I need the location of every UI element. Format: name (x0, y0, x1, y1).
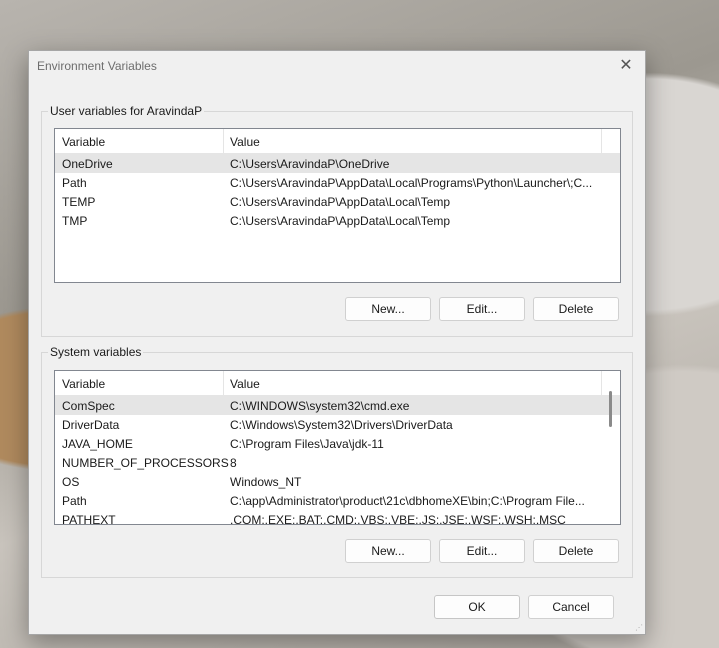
system-variables-label: System variables (48, 345, 144, 359)
resize-grip-icon[interactable]: ⋰ (635, 624, 643, 632)
variable-value: C:\app\Administrator\product\21c\dbhomeX… (230, 494, 585, 508)
variable-name: TEMP (62, 195, 96, 209)
user-row-temp[interactable]: TEMP C:\Users\AravindaP\AppData\Local\Te… (55, 192, 620, 211)
window-title: Environment Variables (37, 59, 157, 73)
variable-name: Path (62, 494, 87, 508)
user-row-tmp[interactable]: TMP C:\Users\AravindaP\AppData\Local\Tem… (55, 211, 620, 230)
system-row-path[interactable]: Path C:\app\Administrator\product\21c\db… (55, 491, 620, 510)
user-edit-button[interactable]: Edit... (439, 297, 525, 321)
system-list-header: Variable Value (55, 371, 620, 396)
title-bar[interactable]: Environment Variables ✕ (29, 51, 645, 81)
system-edit-button[interactable]: Edit... (439, 539, 525, 563)
variable-name: TMP (62, 214, 88, 228)
variable-value: C:\Users\AravindaP\OneDrive (230, 157, 390, 171)
system-variables-list[interactable]: Variable Value ComSpec C:\WINDOWS\system… (54, 370, 621, 525)
environment-variables-dialog: Environment Variables ✕ User variables f… (28, 50, 646, 635)
variable-value: C:\Users\AravindaP\AppData\Local\Temp (230, 214, 451, 228)
variable-name: OneDrive (62, 157, 113, 171)
variable-name: PATHEXT (62, 513, 116, 525)
system-row-os[interactable]: OS Windows_NT (55, 472, 620, 491)
variable-value: Windows_NT (230, 475, 302, 489)
system-row-java-home[interactable]: JAVA_HOME C:\Program Files\Java\jdk-11 (55, 434, 620, 453)
system-row-number-of-processors[interactable]: NUMBER_OF_PROCESSORS 8 (55, 453, 620, 472)
variable-value: C:\Users\AravindaP\AppData\Local\Program… (230, 176, 593, 190)
variable-value: C:\Users\AravindaP\AppData\Local\Temp (230, 195, 451, 209)
variable-name: ComSpec (62, 399, 115, 413)
column-divider[interactable] (601, 129, 602, 153)
user-variables-list[interactable]: Variable Value OneDrive C:\Users\Aravind… (54, 128, 621, 283)
column-header-variable[interactable]: Variable (62, 377, 105, 391)
column-divider[interactable] (223, 129, 224, 153)
cancel-button[interactable]: Cancel (528, 595, 614, 619)
user-variables-label: User variables for AravindaP (48, 104, 205, 118)
system-delete-button[interactable]: Delete (533, 539, 619, 563)
column-header-value[interactable]: Value (230, 135, 260, 149)
system-row-pathext[interactable]: PATHEXT .COM;.EXE;.BAT;.CMD;.VBS;.VBE;.J… (55, 510, 620, 525)
ok-button[interactable]: OK (434, 595, 520, 619)
variable-name: DriverData (62, 418, 120, 432)
user-delete-button[interactable]: Delete (533, 297, 619, 321)
system-row-driverdata[interactable]: DriverData C:\Windows\System32\Drivers\D… (55, 415, 620, 434)
variable-value: C:\Program Files\Java\jdk-11 (230, 437, 384, 451)
user-row-onedrive[interactable]: OneDrive C:\Users\AravindaP\OneDrive (55, 154, 620, 173)
variable-value: C:\WINDOWS\system32\cmd.exe (230, 399, 410, 413)
variable-name: OS (62, 475, 80, 489)
system-new-button[interactable]: New... (345, 539, 431, 563)
variable-name: Path (62, 176, 87, 190)
user-row-path[interactable]: Path C:\Users\AravindaP\AppData\Local\Pr… (55, 173, 620, 192)
variable-value: C:\Windows\System32\Drivers\DriverData (230, 418, 453, 432)
variable-value: 8 (230, 456, 237, 470)
system-list-scrollbar[interactable] (609, 391, 612, 427)
variable-name: NUMBER_OF_PROCESSORS (62, 456, 229, 470)
column-divider[interactable] (601, 371, 602, 395)
close-icon[interactable]: ✕ (615, 55, 637, 77)
variable-name: JAVA_HOME (62, 437, 133, 451)
variable-value: .COM;.EXE;.BAT;.CMD;.VBS;.VBE;.JS;.JSE;.… (230, 513, 566, 525)
column-divider[interactable] (223, 371, 224, 395)
user-new-button[interactable]: New... (345, 297, 431, 321)
column-header-value[interactable]: Value (230, 377, 260, 391)
user-list-header: Variable Value (55, 129, 620, 154)
system-row-comspec[interactable]: ComSpec C:\WINDOWS\system32\cmd.exe (55, 396, 620, 415)
column-header-variable[interactable]: Variable (62, 135, 105, 149)
